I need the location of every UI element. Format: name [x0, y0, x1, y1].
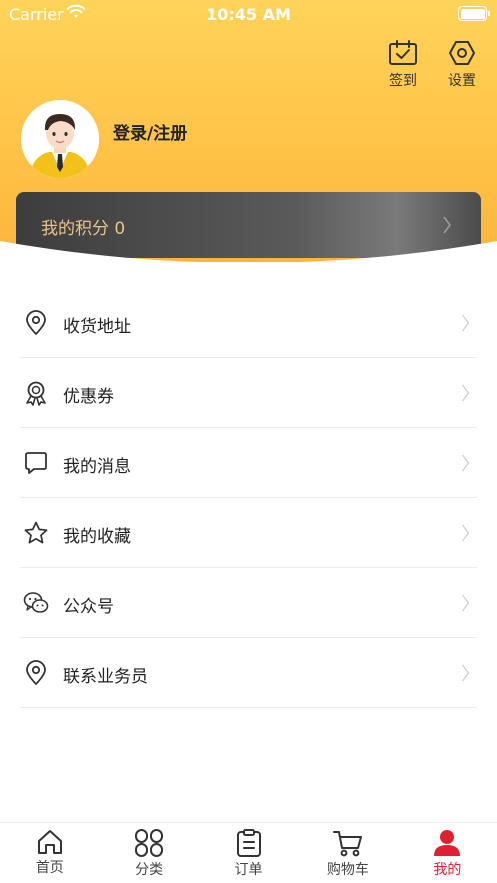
user-avatar-illustration: [21, 100, 99, 178]
bottom-tab-bar: 首页 分类 订单 购物车 我的: [0, 822, 497, 883]
tab-label: 订单: [234, 862, 263, 878]
menu-item-messages[interactable]: 我的消息: [20, 428, 477, 498]
menu-item-label: 我的收藏: [63, 527, 131, 547]
chevron-right-icon: [461, 664, 470, 682]
tab-label: 我的: [433, 862, 462, 878]
tab-category[interactable]: 分类: [99, 823, 198, 883]
tab-cart[interactable]: 购物车: [298, 823, 397, 883]
checkin-button[interactable]: 签到: [378, 40, 428, 90]
tab-orders[interactable]: 订单: [199, 823, 298, 883]
chevron-right-icon: [461, 524, 470, 542]
chevron-right-icon: [461, 454, 470, 472]
tab-profile[interactable]: 我的: [398, 823, 497, 883]
menu-list: 收货地址 优惠券 我的消息 我的收藏 公众号 联系业务员: [20, 288, 477, 708]
chevron-right-icon: [461, 384, 470, 402]
user-icon: [434, 830, 461, 856]
avatar[interactable]: [21, 100, 99, 178]
chevron-right-icon: [461, 314, 470, 332]
status-bar: Carrier 10:45 AM: [0, 0, 497, 28]
star-icon: [24, 521, 48, 544]
gear-icon: [449, 41, 475, 65]
cart-icon: [332, 831, 362, 857]
header-wave-divider: [0, 241, 497, 265]
menu-item-contact-salesperson[interactable]: 联系业务员: [20, 638, 477, 708]
status-time: 10:45 AM: [206, 5, 291, 24]
tab-label: 购物车: [326, 862, 369, 878]
tab-label: 首页: [35, 860, 64, 876]
menu-item-label: 公众号: [63, 597, 114, 617]
settings-button[interactable]: 设置: [437, 40, 487, 90]
menu-item-label: 优惠券: [63, 387, 114, 407]
menu-item-official-account[interactable]: 公众号: [20, 568, 477, 638]
location-pin-icon: [26, 310, 46, 335]
category-icon: [135, 829, 164, 857]
settings-label: 设置: [448, 73, 476, 89]
wechat-icon: [23, 592, 49, 613]
checkin-label: 签到: [389, 73, 417, 89]
location-pin-icon: [26, 660, 46, 685]
tab-label: 分类: [135, 862, 164, 878]
calendar-check-icon: [389, 40, 417, 65]
menu-item-coupons[interactable]: 优惠券: [20, 358, 477, 428]
chevron-right-icon: [461, 594, 470, 612]
order-icon: [236, 829, 261, 857]
menu-item-label: 收货地址: [63, 317, 131, 337]
message-bubble-icon: [25, 452, 47, 474]
home-icon: [37, 830, 62, 854]
menu-item-label: 我的消息: [63, 457, 131, 477]
battery-icon: [458, 6, 490, 21]
badge-ribbon-icon: [26, 381, 46, 406]
menu-item-favorites[interactable]: 我的收藏: [20, 498, 477, 568]
tab-home[interactable]: 首页: [0, 823, 99, 883]
login-register-link[interactable]: 登录/注册: [113, 119, 187, 144]
menu-item-label: 联系业务员: [63, 667, 148, 687]
menu-item-address[interactable]: 收货地址: [20, 288, 477, 358]
